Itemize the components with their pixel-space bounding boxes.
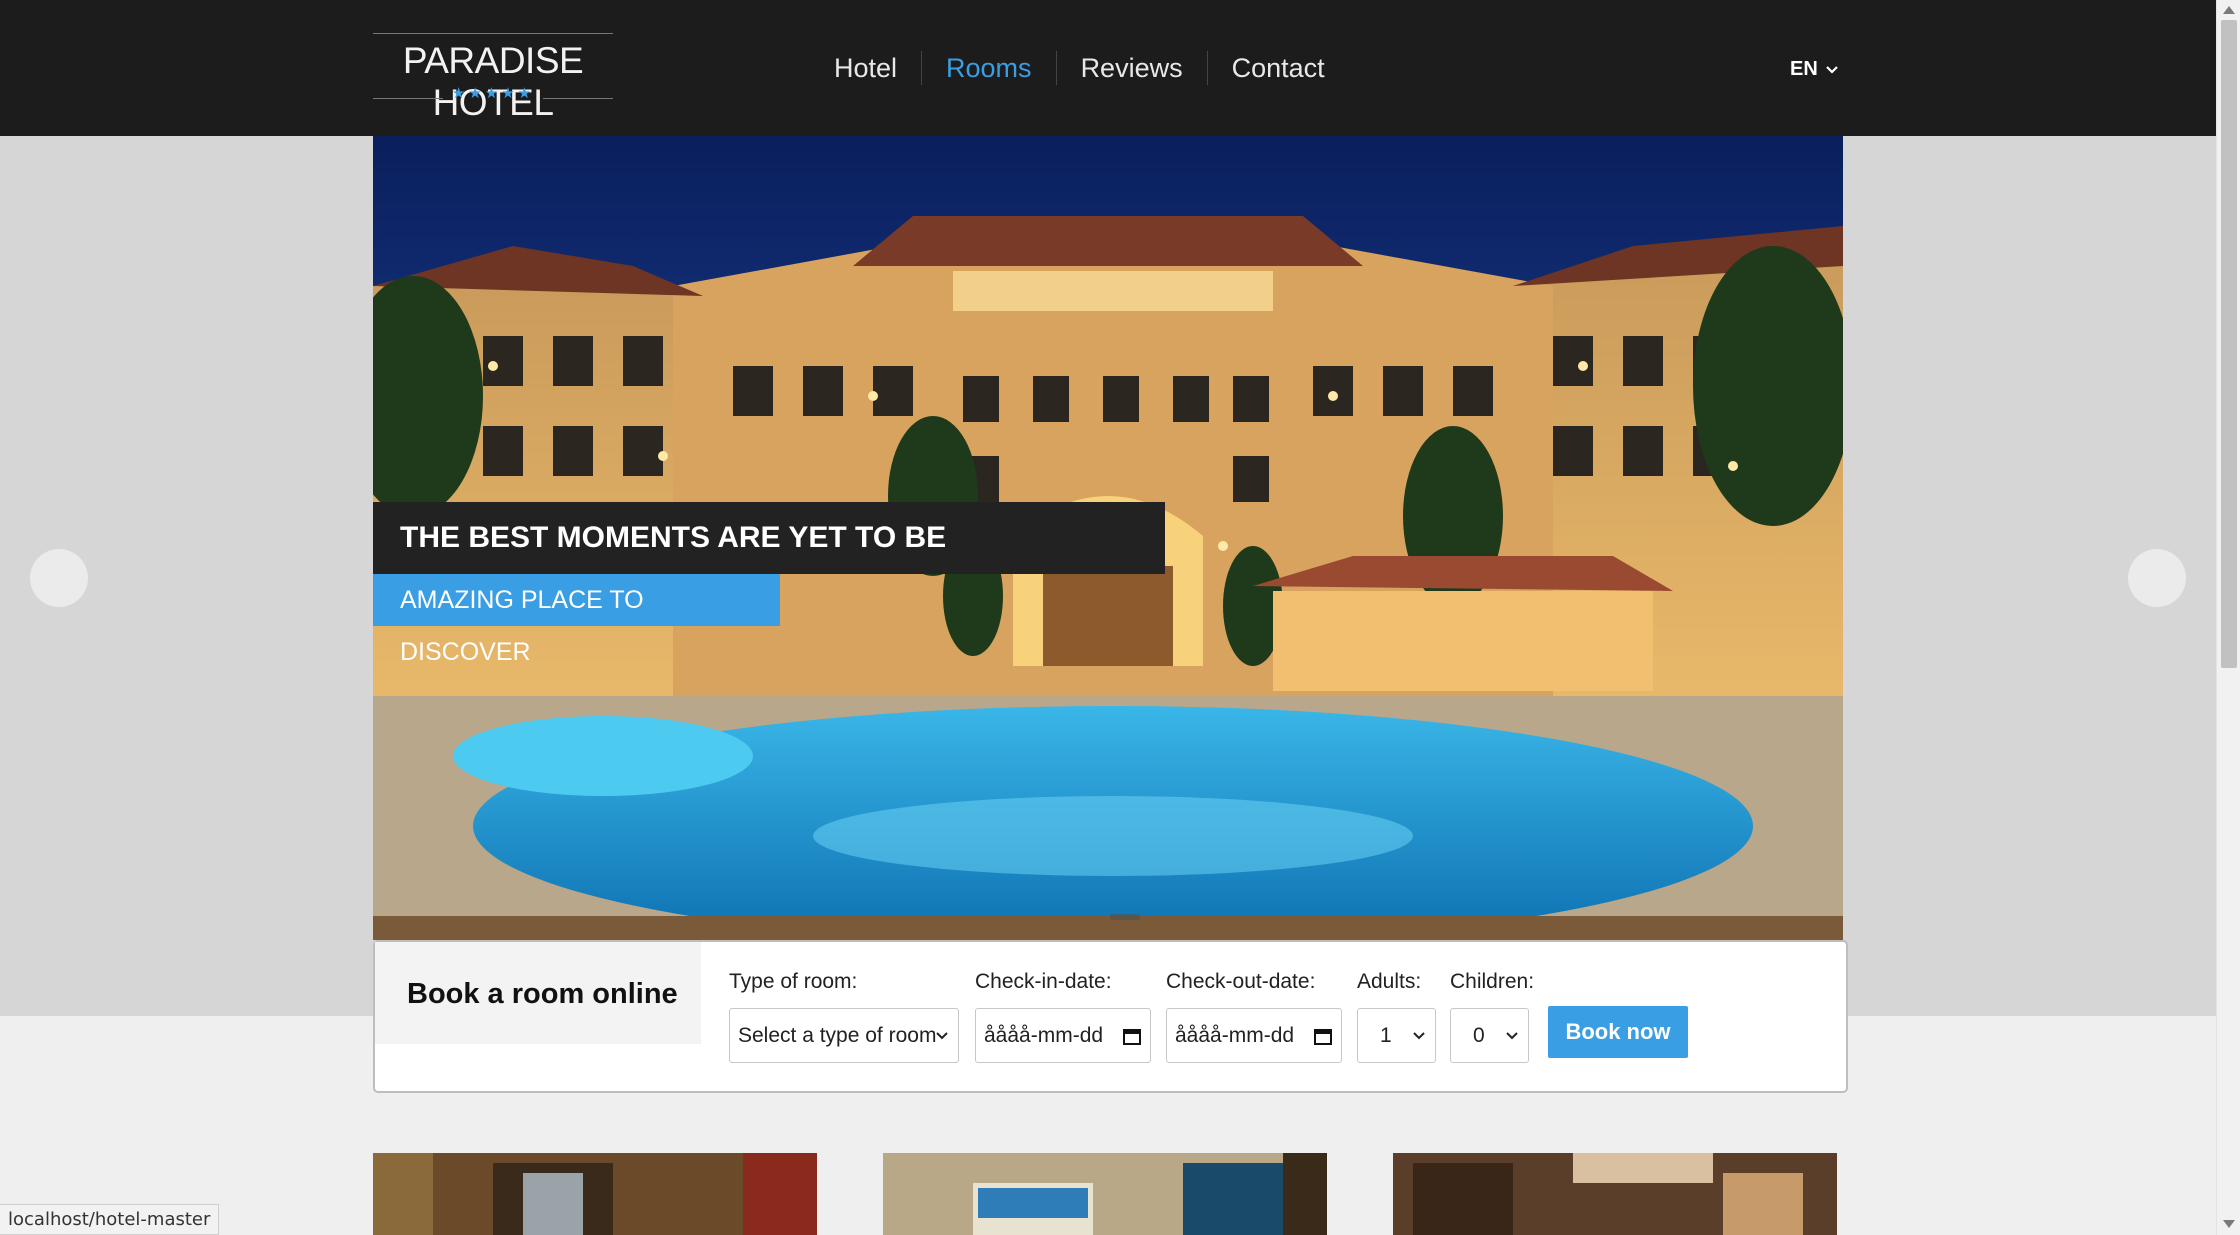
- main-nav: Hotel Rooms Reviews Contact: [810, 44, 1349, 92]
- status-url: localhost/hotel-master: [8, 1209, 211, 1230]
- room-thumbnail[interactable]: [883, 1153, 1327, 1235]
- chevron-down-icon: [1506, 1032, 1518, 1040]
- vertical-scrollbar[interactable]: [2216, 0, 2240, 1235]
- logo-stars: ★★★★★: [451, 84, 535, 102]
- nav-item-hotel[interactable]: Hotel: [810, 50, 921, 86]
- language-label: EN: [1790, 58, 1818, 80]
- slider-prev-button[interactable]: [30, 549, 88, 607]
- logo-text: PARADISE HOTEL: [402, 40, 584, 123]
- hero-headline: THE BEST MOMENTS ARE YET TO BE EXPERIENC…: [373, 502, 1165, 626]
- scroll-up-arrow-icon[interactable]: [2223, 6, 2235, 14]
- chevron-down-icon: [1826, 65, 1838, 74]
- room-photo: [373, 1153, 817, 1235]
- hero-subheadline: AMAZING PLACE TO DISCOVER: [373, 574, 780, 666]
- room-thumbnail[interactable]: [1393, 1153, 1837, 1235]
- booking-title-box: Book a room online: [375, 942, 701, 1044]
- slider-indicator[interactable]: [1110, 914, 1140, 920]
- calendar-icon[interactable]: [1313, 1026, 1333, 1046]
- children-label: Children:: [1450, 970, 1535, 993]
- nav-item-rooms[interactable]: Rooms: [922, 50, 1056, 86]
- adults-value: 1: [1380, 1023, 1392, 1047]
- book-now-button[interactable]: Book now: [1548, 1006, 1688, 1058]
- checkout-label: Check-out-date:: [1166, 970, 1316, 993]
- nav-item-contact[interactable]: Contact: [1208, 50, 1349, 86]
- chevron-down-icon: [1413, 1032, 1425, 1040]
- scroll-down-arrow-icon[interactable]: [2223, 1220, 2235, 1228]
- room-type-label: Type of room:: [729, 970, 858, 993]
- logo-rule: [373, 33, 613, 34]
- nav-item-reviews[interactable]: Reviews: [1057, 50, 1207, 86]
- chevron-down-icon: [936, 1032, 948, 1040]
- scrollbar-thumb[interactable]: [2221, 20, 2237, 668]
- room-photo: [883, 1153, 1327, 1235]
- adults-select[interactable]: 1: [1357, 1008, 1436, 1063]
- hotel-logo[interactable]: PARADISE HOTEL ★★★★★: [373, 32, 613, 123]
- booking-form: Book a room online Type of room: Select …: [373, 940, 1848, 1093]
- top-navbar: PARADISE HOTEL ★★★★★ Hotel Rooms Reviews…: [0, 0, 2216, 136]
- browser-status-bar: localhost/hotel-master: [0, 1204, 220, 1235]
- room-photo: [1393, 1153, 1837, 1235]
- language-selector[interactable]: EN: [1790, 58, 1840, 81]
- checkin-date-input[interactable]: åååå-mm-dd: [975, 1008, 1151, 1063]
- slider-next-button[interactable]: [2128, 549, 2186, 607]
- checkout-value: åååå-mm-dd: [1175, 1023, 1295, 1047]
- children-select[interactable]: 0: [1450, 1008, 1529, 1063]
- children-value: 0: [1473, 1023, 1485, 1047]
- room-type-value: Select a type of room: [738, 1023, 937, 1047]
- checkin-value: åååå-mm-dd: [984, 1023, 1104, 1047]
- checkout-date-input[interactable]: åååå-mm-dd: [1166, 1008, 1342, 1063]
- booking-title: Book a room online: [407, 978, 678, 1010]
- logo-rule: [543, 98, 613, 99]
- room-type-select[interactable]: Select a type of room: [729, 1008, 959, 1063]
- checkin-label: Check-in-date:: [975, 970, 1112, 993]
- room-thumbnail[interactable]: [373, 1153, 817, 1235]
- calendar-icon[interactable]: [1122, 1026, 1142, 1046]
- adults-label: Adults:: [1357, 970, 1422, 993]
